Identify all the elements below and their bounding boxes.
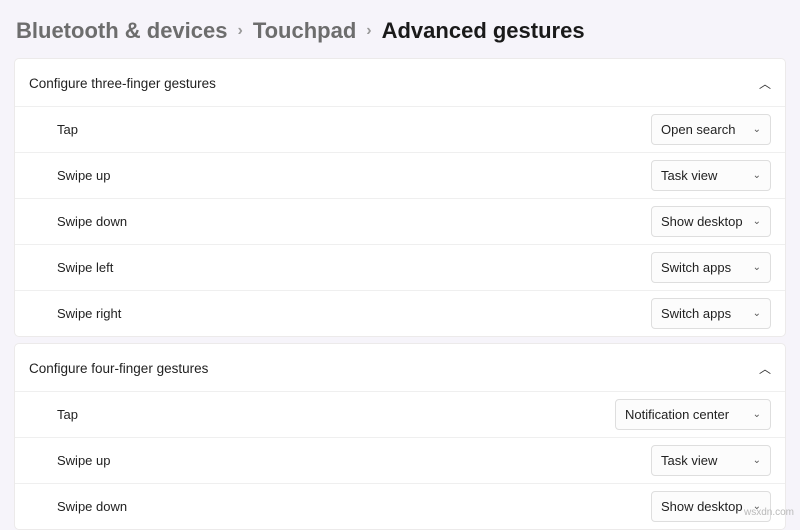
row-four-swipe-down: Swipe down Show desktop ⌄ (15, 483, 785, 529)
breadcrumb-root[interactable]: Bluetooth & devices (16, 18, 227, 44)
chevron-down-icon: ⌄ (753, 124, 761, 135)
chevron-down-icon: ⌄ (753, 308, 761, 319)
row-three-swipe-right: Swipe right Switch apps ⌄ (15, 290, 785, 336)
dropdown-three-swipe-left[interactable]: Switch apps ⌄ (651, 252, 771, 283)
dropdown-three-swipe-up[interactable]: Task view ⌄ (651, 160, 771, 191)
row-three-swipe-left: Swipe left Switch apps ⌄ (15, 244, 785, 290)
chevron-down-icon: ⌄ (753, 455, 761, 466)
dropdown-value: Switch apps (661, 306, 731, 321)
dropdown-value: Switch apps (661, 260, 731, 275)
row-label: Swipe up (57, 453, 110, 468)
row-label: Swipe right (57, 306, 121, 321)
dropdown-three-tap[interactable]: Open search ⌄ (651, 114, 771, 145)
four-finger-header[interactable]: Configure four-finger gestures ︿ (15, 344, 785, 391)
chevron-down-icon: ⌄ (753, 409, 761, 420)
chevron-down-icon: ⌄ (753, 170, 761, 181)
dropdown-four-swipe-up[interactable]: Task view ⌄ (651, 445, 771, 476)
section-title: Configure three-finger gestures (29, 76, 216, 91)
row-label: Swipe up (57, 168, 110, 183)
chevron-right-icon: › (366, 22, 371, 40)
row-three-swipe-up: Swipe up Task view ⌄ (15, 152, 785, 198)
dropdown-three-swipe-right[interactable]: Switch apps ⌄ (651, 298, 771, 329)
chevron-up-icon: ︿ (759, 360, 771, 377)
dropdown-value: Task view (661, 168, 717, 183)
chevron-right-icon: › (237, 22, 242, 40)
dropdown-three-swipe-down[interactable]: Show desktop ⌄ (651, 206, 771, 237)
row-three-swipe-down: Swipe down Show desktop ⌄ (15, 198, 785, 244)
four-finger-panel: Configure four-finger gestures ︿ Tap Not… (14, 343, 786, 530)
row-label: Tap (57, 407, 78, 422)
chevron-down-icon: ⌄ (753, 216, 761, 227)
section-title: Configure four-finger gestures (29, 361, 208, 376)
dropdown-value: Task view (661, 453, 717, 468)
watermark: wsxdn.com (744, 507, 794, 518)
three-finger-header[interactable]: Configure three-finger gestures ︿ (15, 59, 785, 106)
dropdown-value: Notification center (625, 407, 729, 422)
chevron-down-icon: ⌄ (753, 262, 761, 273)
dropdown-value: Open search (661, 122, 735, 137)
chevron-up-icon: ︿ (759, 75, 771, 92)
row-label: Swipe down (57, 214, 127, 229)
dropdown-four-tap[interactable]: Notification center ⌄ (615, 399, 771, 430)
dropdown-value: Show desktop (661, 499, 743, 514)
row-four-swipe-up: Swipe up Task view ⌄ (15, 437, 785, 483)
row-three-tap: Tap Open search ⌄ (15, 106, 785, 152)
row-label: Swipe down (57, 499, 127, 514)
row-label: Tap (57, 122, 78, 137)
row-label: Swipe left (57, 260, 113, 275)
breadcrumb-touchpad[interactable]: Touchpad (253, 18, 356, 44)
dropdown-value: Show desktop (661, 214, 743, 229)
three-finger-panel: Configure three-finger gestures ︿ Tap Op… (14, 58, 786, 337)
breadcrumb: Bluetooth & devices › Touchpad › Advance… (0, 0, 800, 58)
row-four-tap: Tap Notification center ⌄ (15, 391, 785, 437)
breadcrumb-current: Advanced gestures (382, 18, 585, 44)
